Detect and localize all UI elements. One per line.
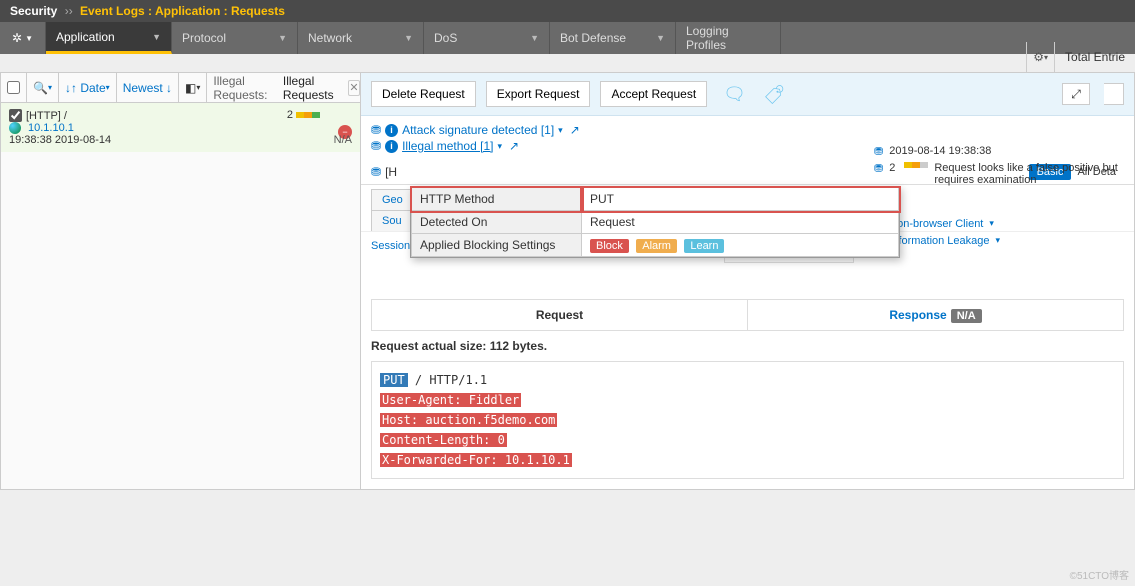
filter-value: Illegal Requests — [283, 74, 344, 102]
tag-icon[interactable]: 🏷 — [763, 83, 784, 106]
entry-proto: [HTTP] / — [26, 110, 67, 122]
entry-timestamp: 19:38:38 2019-08-14 — [9, 134, 352, 146]
http-method-badge: PUT — [380, 373, 408, 387]
summary-time: 2019-08-14 19:38:38 — [889, 145, 991, 157]
chevron-down-icon: ▼ — [656, 33, 665, 43]
raw-request: PUT / HTTP/1.1 User-Agent: Fiddler Host:… — [371, 361, 1124, 479]
subtab-geolocation[interactable]: Geo — [371, 189, 414, 210]
raw-user-agent: User-Agent: Fiddler — [380, 393, 521, 407]
extra-button[interactable] — [1104, 83, 1124, 105]
funnel-icon: ⛃ — [371, 139, 381, 153]
funnel-icon[interactable]: ⛃ — [874, 162, 883, 175]
sort-newest[interactable]: Newest ↓ — [117, 73, 179, 102]
breadcrumb: Security ›› Event Logs : Application : R… — [0, 0, 1135, 22]
chevron-down-icon: ▼ — [278, 33, 287, 43]
popup-row-detected-on: Detected On Request — [412, 211, 899, 234]
delete-request-button[interactable]: Delete Request — [371, 81, 476, 107]
comment-icon[interactable]: 🗨 — [723, 84, 746, 105]
tab-request[interactable]: Request — [372, 300, 748, 330]
entry-count: 2 — [287, 109, 320, 121]
tag-block[interactable]: Block — [590, 239, 629, 253]
entries-toolbar: 🔍▾ ↓↑ Date▾ Newest ↓ ◧▾ Illegal Requests… — [1, 73, 360, 103]
tag-alarm[interactable]: Alarm — [636, 239, 677, 253]
actions-bar: Delete Request Export Request Accept Req… — [361, 73, 1134, 116]
breadcrumb-path: Event Logs : Application : Requests — [80, 4, 285, 18]
tag-learn[interactable]: Learn — [684, 239, 724, 253]
search-dropdown[interactable]: 🔍▾ — [27, 73, 59, 102]
raw-content-length: Content-Length: 0 — [380, 433, 507, 447]
funnel-icon[interactable]: ⛃ — [371, 165, 381, 179]
open-external-icon[interactable]: ↗ — [509, 139, 519, 153]
subtab-source[interactable]: Sou — [371, 210, 413, 231]
request-size: Request actual size: 112 bytes. — [361, 331, 1134, 357]
chevron-down-icon: ▼ — [404, 33, 413, 43]
request-response-tabs: Request ResponseN/A — [371, 299, 1124, 331]
filter-label: Illegal Requests: — [207, 74, 282, 102]
watermark: ©51CTO博客 — [1070, 567, 1129, 582]
accept-request-button[interactable]: Accept Request — [600, 81, 707, 107]
breadcrumb-security: Security — [10, 4, 57, 18]
chevron-down-icon: ▼ — [152, 32, 161, 42]
expand-button[interactable]: ⤢ — [1062, 83, 1090, 105]
bookmark-filter[interactable]: ◧▾ — [179, 73, 207, 102]
work-area: 🔍▾ ↓↑ Date▾ Newest ↓ ◧▾ Illegal Requests… — [0, 72, 1135, 490]
link-info-leakage[interactable]: Information Leakage — [889, 235, 989, 247]
tab-logging-profiles[interactable]: Logging Profiles — [676, 22, 781, 54]
raw-host: Host: auction.f5demo.com — [380, 413, 557, 427]
filter-attack-signature[interactable]: ⛃ i Attack signature detected [1]▾ ↗ — [371, 122, 1124, 138]
funnel-icon[interactable]: ⛃ — [874, 145, 883, 158]
open-external-icon[interactable]: ↗ — [570, 123, 580, 137]
tab-network[interactable]: Network▼ — [298, 22, 424, 54]
main-tabs: ✲ ▼ Application▼ Protocol▼ Network▼ DoS▼… — [0, 22, 1135, 54]
tab-dos[interactable]: DoS▼ — [424, 22, 550, 54]
info-icon: i — [385, 124, 398, 137]
tab-protocol[interactable]: Protocol▼ — [172, 22, 298, 54]
entry-na: N/A — [334, 134, 352, 146]
total-entries-label: Total Entrie — [1054, 42, 1135, 72]
settings-gear[interactable]: ⚙▾ — [1026, 42, 1054, 72]
funnel-icon: ⛃ — [371, 123, 381, 137]
entry-ip: 10.1.10.1 — [28, 122, 74, 134]
chevron-down-icon: ▼ — [530, 33, 539, 43]
popup-row-blocking-settings: Applied Blocking Settings Block Alarm Le… — [412, 234, 899, 257]
gear-menu[interactable]: ✲ ▼ — [0, 22, 46, 54]
tab-application[interactable]: Application▼ — [46, 22, 172, 54]
sort-date[interactable]: ↓↑ Date▾ — [59, 73, 117, 102]
clear-filter[interactable]: ✕ — [348, 80, 360, 96]
globe-icon — [9, 122, 21, 134]
tab-bot-defense[interactable]: Bot Defense▼ — [550, 22, 676, 54]
detail-title: [H — [385, 165, 397, 179]
entries-panel: 🔍▾ ↓↑ Date▾ Newest ↓ ◧▾ Illegal Requests… — [1, 73, 361, 489]
log-entry[interactable]: [HTTP] / 10.1.10.1 19:38:38 2019-08-14 2… — [1, 103, 360, 152]
popup-row-http-method: HTTP Method PUT — [412, 188, 899, 211]
summary-severity: 2 — [889, 162, 895, 174]
detail-panel: ⚙▾ Total Entrie Delete Request Export Re… — [361, 73, 1134, 489]
violation-popup: HTTP Method PUT Detected On Request Appl… — [410, 186, 900, 258]
na-badge: N/A — [951, 309, 982, 323]
summary-sidebar: ⛃ 2019-08-14 19:38:38 ⛃ 2 Request looks lik… — [874, 143, 1134, 250]
info-icon: i — [385, 140, 398, 153]
link-nonbrowser-client[interactable]: Non-browser Client — [889, 218, 983, 230]
export-request-button[interactable]: Export Request — [486, 81, 591, 107]
entry-checkbox[interactable] — [9, 109, 22, 122]
summary-severity-text: Request looks like a false positive but … — [934, 162, 1134, 186]
tab-response[interactable]: ResponseN/A — [748, 300, 1123, 330]
breadcrumb-sep: ›› — [65, 4, 73, 18]
select-all-checkbox[interactable] — [1, 73, 27, 102]
raw-xff: X-Forwarded-For: 10.1.10.1 — [380, 453, 572, 467]
